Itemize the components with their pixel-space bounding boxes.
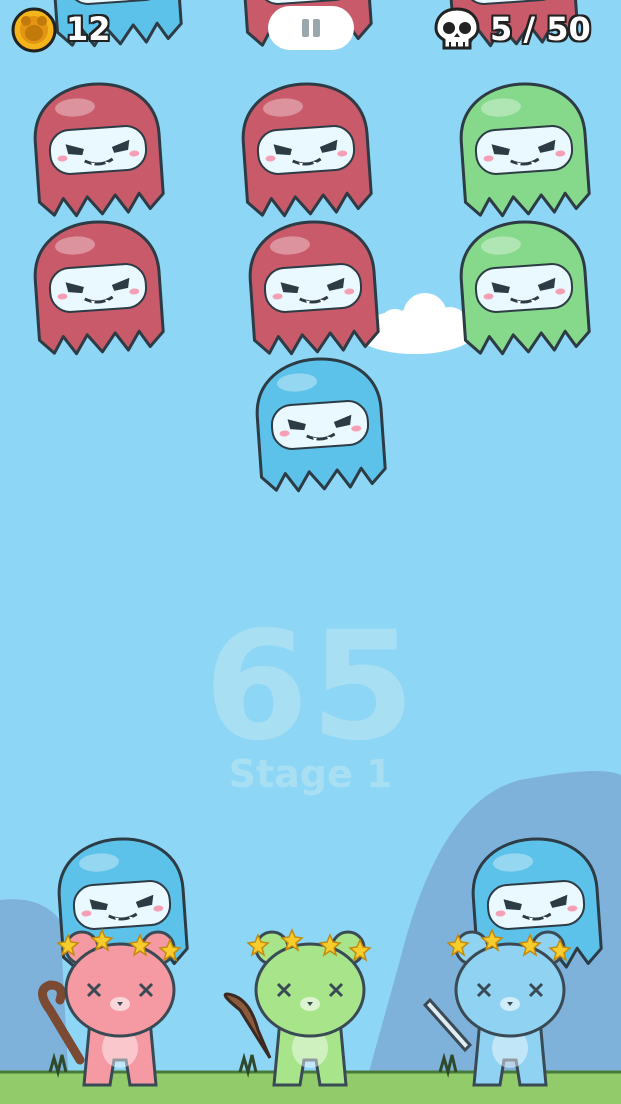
pause-icon-bar [313, 19, 320, 37]
bear-coin-icon [11, 7, 57, 53]
ghost-enemy-red[interactable] [32, 80, 165, 218]
coin-counter: 12 [10, 6, 130, 54]
pause-icon [302, 19, 309, 37]
ghost-enemy-red[interactable] [32, 218, 165, 356]
kill-count: 5 / 50 [490, 10, 591, 48]
game-scene [0, 0, 621, 1104]
kill-counter: 5 / 50 [432, 6, 612, 54]
ghost-enemy-red[interactable] [240, 80, 373, 218]
ghost-enemy-green[interactable] [458, 80, 591, 218]
countdown-timer: 65 [204, 600, 417, 774]
ghost-enemy-green[interactable] [458, 218, 591, 356]
ghost-enemy-red[interactable] [247, 218, 380, 356]
ghost-enemy-blue[interactable] [254, 355, 387, 493]
skull-icon [434, 7, 480, 50]
coin-count: 12 [66, 10, 111, 48]
stage-label: Stage 1 [228, 752, 393, 796]
game-stage[interactable]: 12 5 / 50 65 Stage 1 [0, 0, 621, 1104]
pause-button[interactable] [268, 6, 354, 50]
bear-green[interactable] [223, 928, 372, 1087]
